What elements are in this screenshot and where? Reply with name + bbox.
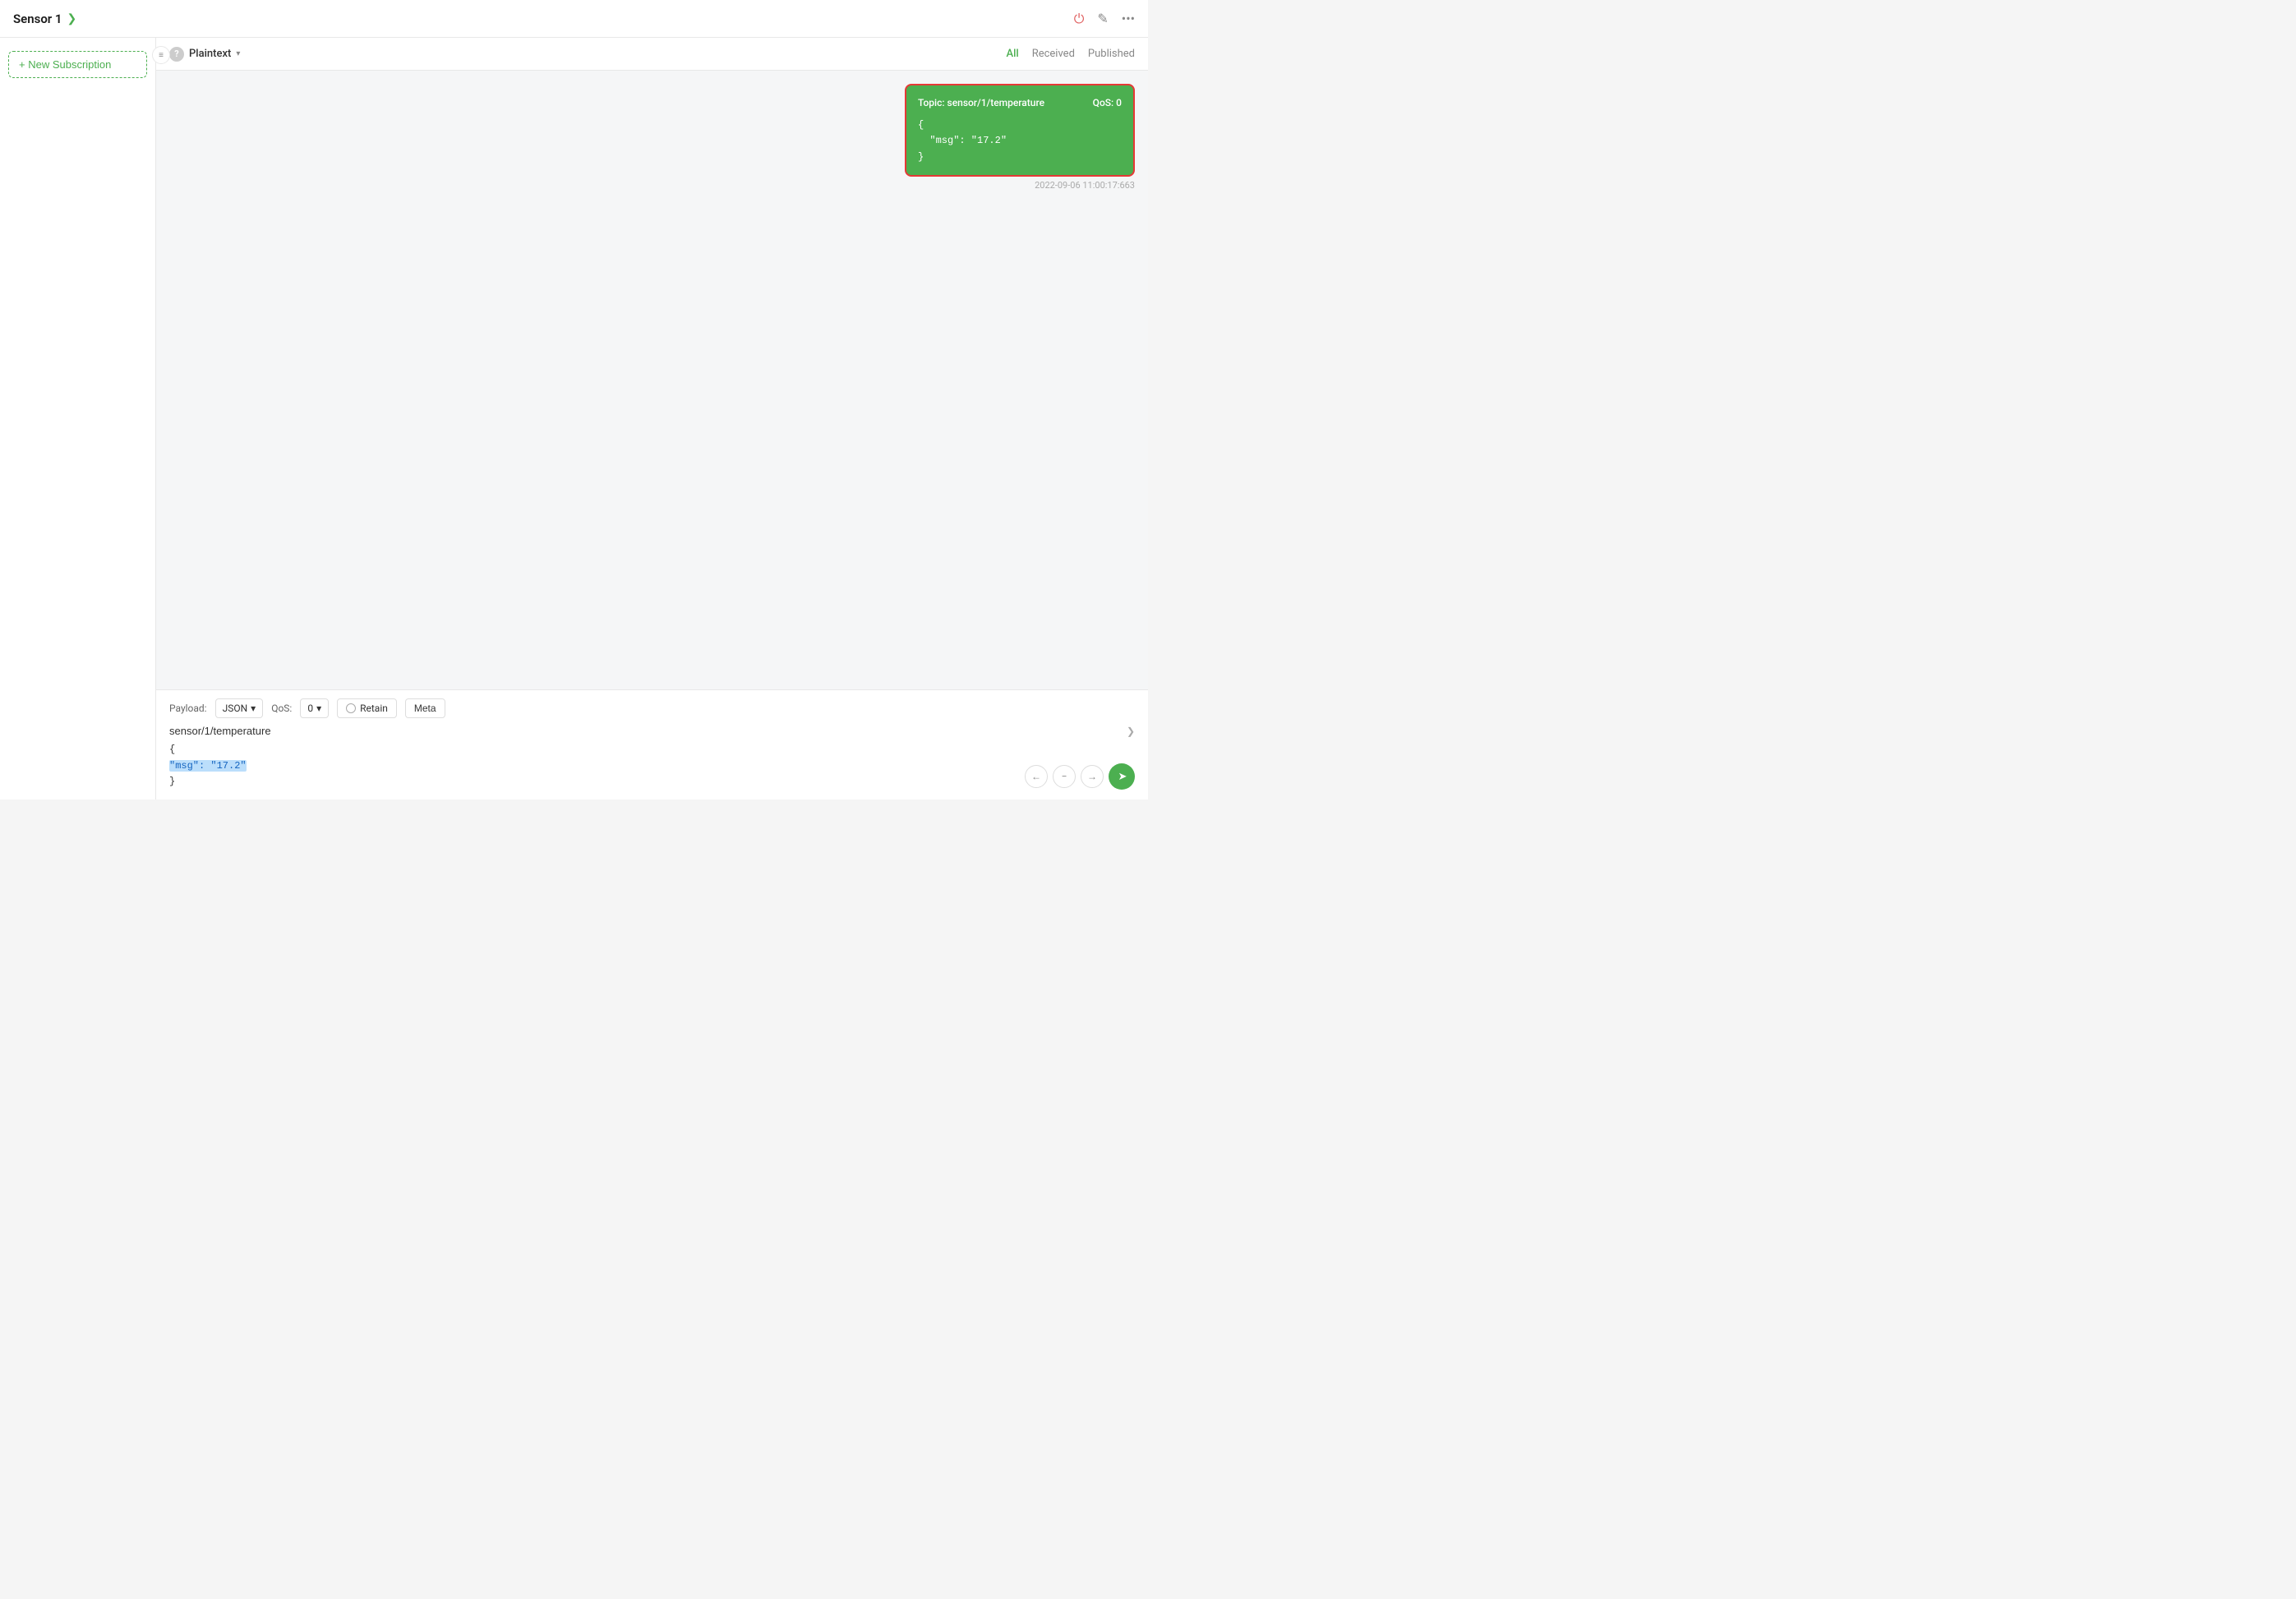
bottom-actions: ← − → ➤ bbox=[1025, 763, 1135, 790]
topic-input-row: ❯ bbox=[169, 725, 1135, 737]
collapse-icon: ≡ bbox=[159, 51, 164, 60]
qos-label: QoS: bbox=[271, 703, 292, 714]
message-topic: Topic: sensor/1/temperature bbox=[918, 95, 1044, 111]
content-wrapper: ? Plaintext ▾ All Received Published Top… bbox=[156, 38, 1148, 800]
header: Sensor 1 ❯ ⏻ ✎ ••• bbox=[0, 0, 1148, 38]
bottom-panel: Payload: JSON ▾ QoS: 0 ▾ Retain Meta bbox=[156, 689, 1148, 800]
message-bubble: Topic: sensor/1/temperature QoS: 0 { "ms… bbox=[905, 84, 1135, 177]
payload-editor-area: { "msg": "17.2" } bbox=[169, 742, 1135, 790]
content-area: ? Plaintext ▾ All Received Published Top… bbox=[156, 38, 1148, 800]
sidebar-collapse-button[interactable]: ≡ bbox=[152, 46, 170, 64]
nav-next-button[interactable]: → bbox=[1081, 765, 1104, 788]
payload-line-3: } bbox=[169, 774, 1135, 790]
toolbar-left: ? Plaintext ▾ bbox=[169, 47, 240, 62]
new-subscription-button[interactable]: + New Subscription bbox=[8, 51, 147, 78]
filter-tab-received[interactable]: Received bbox=[1032, 46, 1075, 62]
meta-button[interactable]: Meta bbox=[405, 698, 445, 718]
filter-tab-all[interactable]: All bbox=[1006, 46, 1018, 62]
message-toolbar: ? Plaintext ▾ All Received Published bbox=[156, 38, 1148, 71]
power-icon[interactable]: ⏻ bbox=[1074, 11, 1085, 27]
retain-label: Retain bbox=[360, 703, 388, 714]
help-icon[interactable]: ? bbox=[169, 47, 184, 62]
format-label: Plaintext bbox=[189, 48, 231, 60]
filter-tabs: All Received Published bbox=[1006, 46, 1135, 62]
format-select[interactable]: JSON ▾ bbox=[215, 698, 264, 718]
message-body: { "msg": "17.2" } bbox=[918, 118, 1122, 165]
message-container: Topic: sensor/1/temperature QoS: 0 { "ms… bbox=[905, 84, 1135, 191]
message-timestamp: 2022-09-06 11:00:17:663 bbox=[1035, 180, 1135, 191]
format-dropdown-arrow[interactable]: ▾ bbox=[236, 49, 240, 58]
topic-chevron-icon: ❯ bbox=[1127, 726, 1135, 737]
sidebar: + New Subscription bbox=[0, 38, 156, 800]
chevron-down-icon[interactable]: ❯ bbox=[67, 12, 77, 25]
nav-prev-button[interactable]: ← bbox=[1025, 765, 1048, 788]
nav-minus-button[interactable]: − bbox=[1053, 765, 1076, 788]
qos-select[interactable]: 0 ▾ bbox=[300, 698, 329, 718]
payload-label: Payload: bbox=[169, 703, 207, 714]
bottom-toolbar: Payload: JSON ▾ QoS: 0 ▾ Retain Meta bbox=[169, 698, 1135, 718]
filter-tab-published[interactable]: Published bbox=[1088, 46, 1135, 62]
payload-highlighted-value: "msg": "17.2" bbox=[169, 760, 247, 772]
retain-button[interactable]: Retain bbox=[337, 698, 397, 718]
qos-select-arrow: ▾ bbox=[316, 703, 321, 714]
main-layout: + New Subscription ≡ ? Plaintext ▾ All R… bbox=[0, 38, 1148, 800]
header-right: ⏻ ✎ ••• bbox=[1074, 11, 1135, 27]
retain-circle-icon bbox=[346, 703, 356, 713]
more-icon[interactable]: ••• bbox=[1122, 11, 1135, 26]
payload-line-1: { bbox=[169, 742, 1135, 758]
format-select-arrow: ▾ bbox=[251, 703, 256, 714]
messages-area: Topic: sensor/1/temperature QoS: 0 { "ms… bbox=[156, 71, 1148, 689]
header-left: Sensor 1 ❯ bbox=[13, 12, 76, 26]
qos-value: 0 bbox=[307, 703, 313, 714]
send-icon: ➤ bbox=[1118, 771, 1127, 783]
format-value: JSON bbox=[223, 703, 248, 714]
topic-input[interactable] bbox=[169, 725, 1127, 737]
connection-title: Sensor 1 bbox=[13, 12, 62, 26]
edit-icon[interactable]: ✎ bbox=[1097, 11, 1108, 26]
payload-line-2: "msg": "17.2" bbox=[169, 758, 1135, 774]
send-button[interactable]: ➤ bbox=[1109, 763, 1135, 790]
message-qos: QoS: 0 bbox=[1093, 95, 1122, 111]
message-bubble-header: Topic: sensor/1/temperature QoS: 0 bbox=[918, 95, 1122, 111]
